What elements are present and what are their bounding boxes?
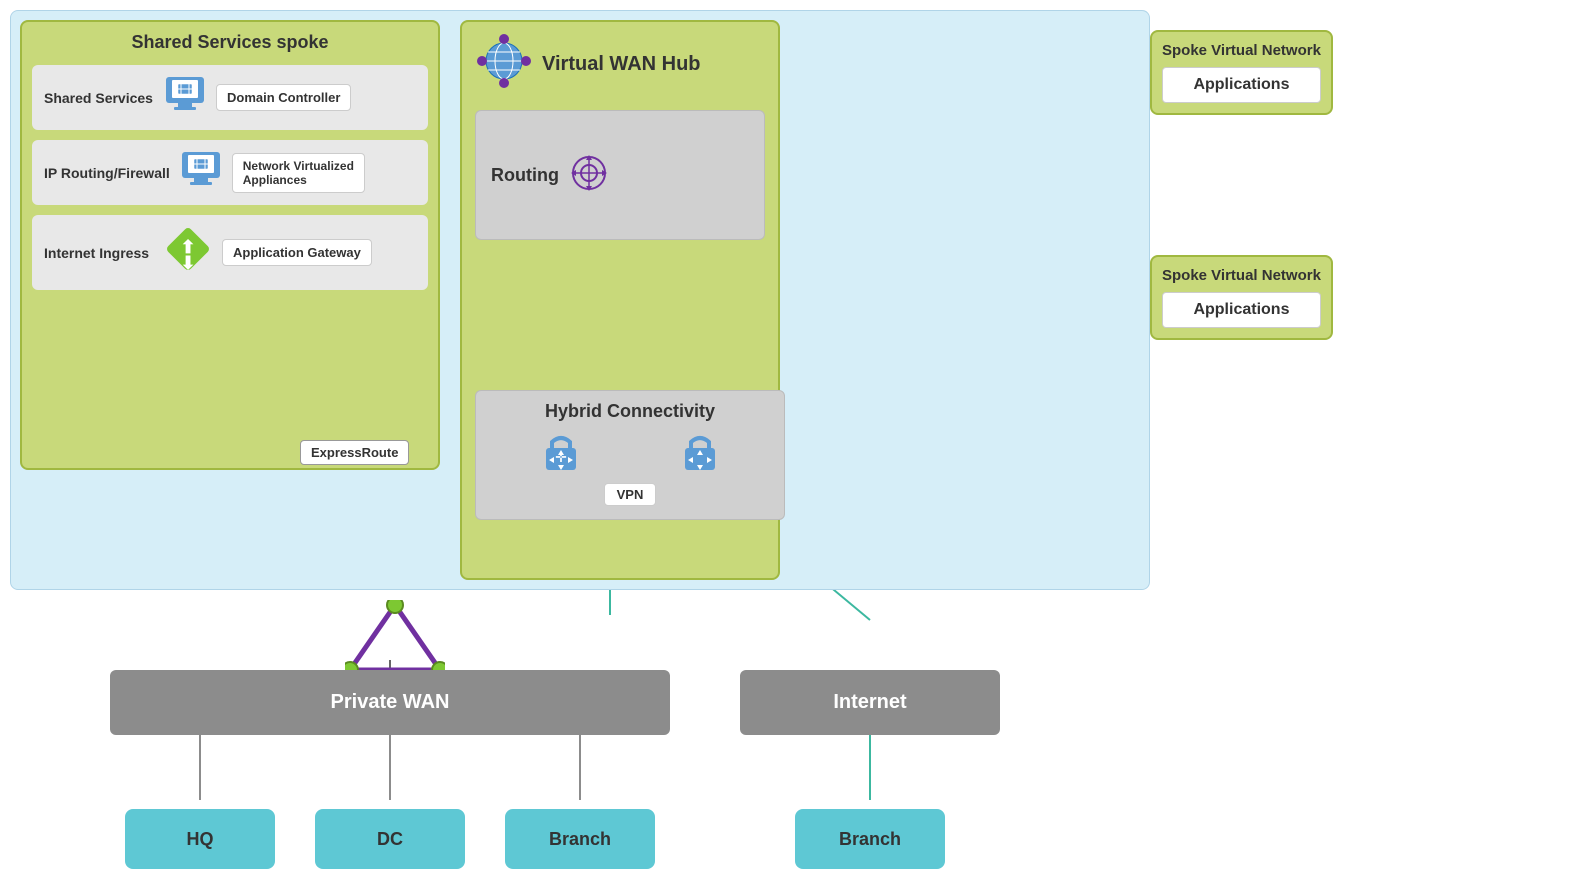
dc-label: DC [377, 829, 403, 850]
nva-box: Network VirtualizedAppliances [232, 153, 365, 193]
expressroute-label: ExpressRoute [300, 440, 409, 465]
spoke-vnet-1: Spoke Virtual Network Applications [1150, 30, 1333, 115]
hq-label: HQ [187, 829, 214, 850]
lock-move-icon-left: ✛ [540, 430, 582, 477]
branch-label: Branch [549, 829, 611, 850]
internet-ingress-label: Internet Ingress [44, 245, 154, 261]
hybrid-connectivity-title: Hybrid Connectivity [491, 401, 769, 422]
ip-routing-row: IP Routing/Firewall Network VirtualizedA… [32, 140, 428, 205]
internet-branch-label: Branch [839, 829, 901, 850]
spoke-vnet-1-app: Applications [1162, 67, 1321, 103]
branch-node: Branch [505, 809, 655, 869]
hybrid-icons: ✛ [491, 430, 769, 477]
internet-label: Internet [833, 691, 906, 714]
hybrid-connectivity-box: Hybrid Connectivity ✛ [475, 390, 785, 520]
diamond-icon: ⬆ ⬇ [164, 225, 212, 280]
spoke-vnet-2: Spoke Virtual Network Applications [1150, 255, 1333, 340]
ip-routing-label: IP Routing/Firewall [44, 165, 170, 181]
spoke-vnet-2-app: Applications [1162, 292, 1321, 328]
shared-services-row: Shared Services Domain Controller [32, 65, 428, 130]
computer-icon-1 [164, 75, 206, 120]
dc-node: DC [315, 809, 465, 869]
routing-box: Routing [475, 110, 765, 240]
vpn-box: VPN [604, 483, 657, 506]
spoke-vnet-2-title: Spoke Virtual Network [1162, 267, 1321, 284]
internet-ingress-row: Internet Ingress ⬆ ⬇ Application Gateway [32, 215, 428, 290]
spoke-vnet-1-title: Spoke Virtual Network [1162, 42, 1321, 59]
shared-services-label: Shared Services [44, 90, 154, 106]
svg-text:⬇: ⬇ [180, 253, 195, 273]
routing-label: Routing [491, 165, 559, 186]
domain-controller-box: Domain Controller [216, 84, 351, 111]
private-wan-label: Private WAN [331, 691, 450, 714]
computer-icon-2 [180, 150, 222, 195]
vwan-title: Virtual WAN Hub [542, 53, 701, 76]
expressroute-icon [345, 600, 445, 680]
lock-move-icon-right [679, 430, 721, 477]
hq-node: HQ [125, 809, 275, 869]
private-wan-box: Private WAN [110, 670, 670, 735]
globe-icon [477, 34, 532, 94]
internet-branch-node: Branch [795, 809, 945, 869]
app-gateway-box: Application Gateway [222, 239, 372, 266]
shared-services-spoke: Shared Services spoke Shared Services Do… [20, 20, 440, 470]
vwan-hub-header: Virtual WAN Hub [462, 22, 778, 106]
spoke-vnets-container: Spoke Virtual Network Applications Spoke… [1150, 30, 1333, 356]
ip-routing-icon [569, 153, 609, 198]
shared-services-spoke-title: Shared Services spoke [32, 32, 428, 53]
internet-box: Internet [740, 670, 1000, 735]
